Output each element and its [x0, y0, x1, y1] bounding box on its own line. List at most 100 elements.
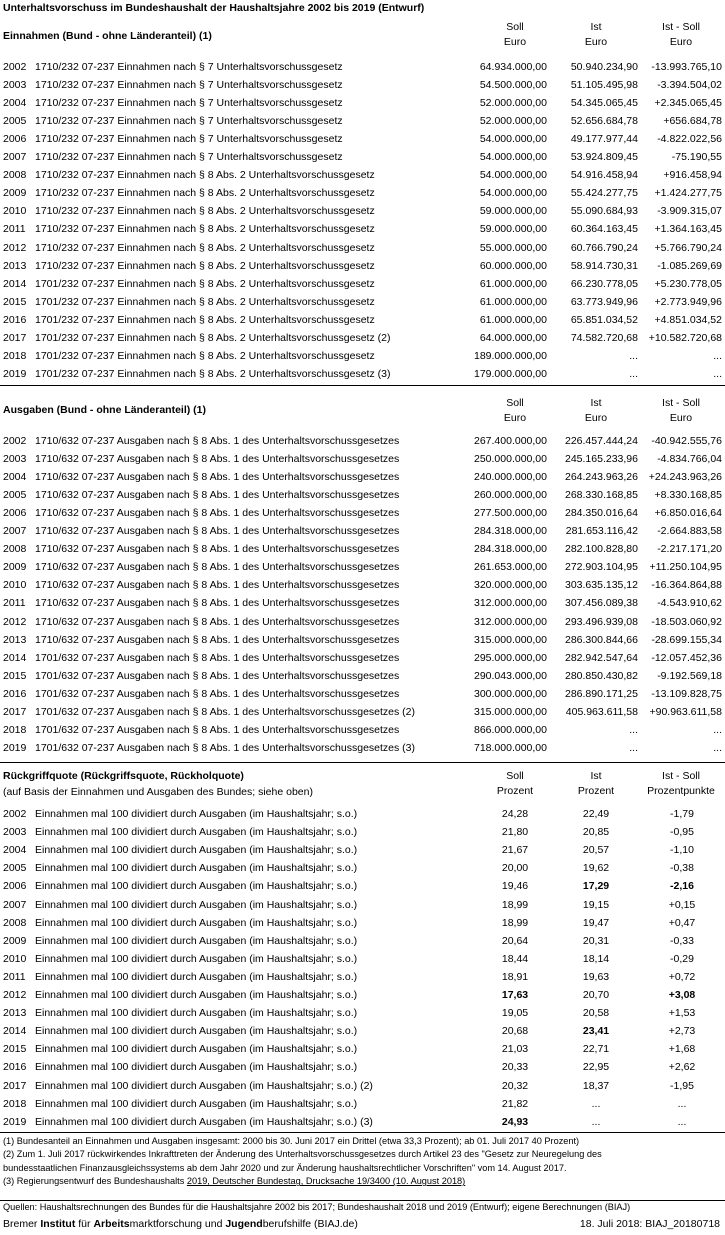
- footnotes: (1) Bundesanteil an Einnahmen und Ausgab…: [3, 1135, 723, 1189]
- row-diff: ...: [713, 349, 722, 362]
- row-ist: 286.300.844,66: [565, 633, 638, 646]
- col-header-unit: Euro: [669, 412, 693, 424]
- row-diff: -0,95: [670, 826, 694, 839]
- row-label: 1710/632 07-237 Ausgaben nach § 8 Abs. 1…: [35, 471, 400, 484]
- row-label: 1710/232 07-237 Einnahmen nach § 8 Abs. …: [35, 241, 375, 254]
- row-label: 1710/232 07-237 Einnahmen nach § 8 Abs. …: [35, 187, 375, 200]
- row-ist: 55.090.684,93: [570, 205, 638, 218]
- row-label: 1701/632 07-237 Ausgaben nach § 8 Abs. 1…: [35, 669, 400, 682]
- row-soll: 295.000.000,00: [474, 651, 547, 664]
- row-soll: 24,28: [501, 808, 529, 820]
- row-label: 1710/232 07-237 Einnahmen nach § 7 Unter…: [35, 133, 343, 146]
- row-label: 1701/232 07-237 Einnahmen nach § 8 Abs. …: [35, 349, 375, 362]
- row-label: Einnahmen mal 100 dividiert durch Ausgab…: [35, 808, 358, 820]
- row-ist: 55.424.277,75: [570, 187, 638, 200]
- table-row: 2011 1710/232 07-237 Einnahmen nach § 8 A…: [0, 220, 725, 238]
- row-soll: 20,64: [501, 934, 529, 947]
- footer-org-part: Jugend: [225, 1218, 263, 1230]
- col-header-line: Ist: [590, 397, 602, 409]
- sources: Quellen: Haushaltsrechnungen des Bundes …: [3, 1201, 723, 1214]
- row-year: 2012: [3, 989, 27, 1001]
- footnote-3-source-link[interactable]: 2019, Deutscher Bundestag, Drucksache 19…: [187, 1176, 465, 1186]
- row-ist: 284.350.016,64: [565, 507, 638, 520]
- row-ist: ...: [591, 1097, 601, 1110]
- row-year: 2018: [3, 1097, 27, 1110]
- table-row: 2007 Einnahmen mal 100 dividiert durch Au…: [0, 896, 725, 914]
- row-year: 2008: [3, 916, 27, 929]
- row-ist: 49.177.977,44: [570, 133, 638, 146]
- table-row: 2007 1710/232 07-237 Einnahmen nach § 7 U…: [0, 148, 725, 166]
- table-row: 2006 1710/232 07-237 Einnahmen nach § 7 U…: [0, 130, 725, 148]
- row-year: 2002: [3, 61, 27, 73]
- row-year: 2015: [3, 1043, 27, 1056]
- footer-org-part: für: [75, 1218, 94, 1230]
- row-label: Einnahmen mal 100 dividiert durch Ausgab…: [35, 989, 358, 1001]
- col-header-unit: Euro: [503, 412, 527, 424]
- row-ist: 272.903.104,95: [565, 561, 638, 574]
- row-ist: 22,95: [582, 1061, 610, 1074]
- row-ist: 23,41: [582, 1025, 610, 1038]
- row-soll: 20,33: [501, 1061, 529, 1074]
- row-soll: 21,80: [501, 826, 529, 839]
- row-diff: -0,38: [670, 862, 694, 875]
- row-year: 2012: [3, 241, 27, 254]
- row-diff: -1,79: [670, 808, 694, 820]
- row-ist: ...: [591, 1115, 601, 1128]
- row-year: 2014: [3, 277, 27, 290]
- row-soll: 19,05: [501, 1007, 529, 1020]
- ausgaben-heading: Ausgaben (Bund - ohne Länderanteil) (1): [3, 404, 207, 416]
- row-soll: 20,32: [501, 1079, 529, 1092]
- table-row: 2013 1710/232 07-237 Einnahmen nach § 8 A…: [0, 257, 725, 275]
- row-label: Einnahmen mal 100 dividiert durch Ausgab…: [35, 952, 358, 965]
- row-diff: +3,08: [668, 989, 696, 1001]
- col-header-unit: Prozent: [496, 785, 534, 797]
- quote-heading: Rückgriffquote (Rückgriffsquote, Rückhol…: [3, 770, 244, 782]
- table-row: 2004 Einnahmen mal 100 dividiert durch Au…: [0, 841, 725, 859]
- row-label: 1710/232 07-237 Einnahmen nach § 7 Unter…: [35, 115, 343, 128]
- row-soll: 277.500.000,00: [474, 507, 547, 520]
- row-year: 2007: [3, 525, 27, 538]
- row-diff: -0,33: [670, 934, 694, 947]
- table-row: 2007 1710/632 07-237 Ausgaben nach § 8 Ab…: [0, 522, 725, 540]
- row-soll: 179.000.000,00: [474, 367, 547, 380]
- row-year: 2014: [3, 1025, 27, 1038]
- footnote-1: (1) Bundesanteil an Einnahmen und Ausgab…: [3, 1136, 580, 1146]
- col-header-line: Ist: [590, 770, 602, 782]
- row-label: Einnahmen mal 100 dividiert durch Ausgab…: [35, 1025, 358, 1038]
- row-ist: 268.330.168,85: [565, 489, 638, 502]
- row-label: 1710/232 07-237 Einnahmen nach § 8 Abs. …: [35, 169, 375, 182]
- row-label: 1701/632 07-237 Ausgaben nach § 8 Abs. 1…: [35, 705, 415, 718]
- table-row: 2013 1710/632 07-237 Ausgaben nach § 8 Ab…: [0, 631, 725, 649]
- row-diff: -18.503.060,92: [651, 615, 722, 628]
- table-row: 2009 Einnahmen mal 100 dividiert durch Au…: [0, 932, 725, 950]
- row-label: Einnahmen mal 100 dividiert durch Ausgab…: [35, 1079, 373, 1092]
- row-diff: -4.543.910,62: [657, 597, 722, 610]
- row-year: 2003: [3, 79, 27, 92]
- table-row: 2017 Einnahmen mal 100 dividiert durch Au…: [0, 1077, 725, 1095]
- row-diff: ...: [713, 367, 722, 380]
- table-row: 2005 1710/232 07-237 Einnahmen nach § 7 U…: [0, 112, 725, 130]
- row-soll: 189.000.000,00: [474, 349, 547, 362]
- col-header-unit: Euro: [669, 36, 693, 48]
- footer-org-part: berufshilfe (BIAJ.de): [262, 1218, 358, 1230]
- row-year: 2013: [3, 259, 27, 272]
- row-diff: +90.963.611,58: [649, 705, 722, 718]
- row-soll: 61.000.000,00: [479, 295, 547, 308]
- row-ist: 282.942.547,64: [565, 651, 638, 664]
- row-soll: 52.000.000,00: [479, 97, 547, 110]
- footnote-2a: (2) Zum 1. Juli 2017 rückwirkendes Inkra…: [3, 1149, 602, 1160]
- table-row: 2003 1710/232 07-237 Einnahmen nach § 7 U…: [0, 76, 725, 94]
- table-row: 2005 1710/632 07-237 Ausgaben nach § 8 Ab…: [0, 486, 725, 504]
- row-soll: 260.000.000,00: [474, 489, 547, 502]
- row-soll: 54.000.000,00: [479, 169, 547, 182]
- table-row: 2014 Einnahmen mal 100 dividiert durch Au…: [0, 1022, 725, 1040]
- row-soll: 240.000.000,00: [474, 471, 547, 484]
- row-soll: 61.000.000,00: [479, 277, 547, 290]
- ausgaben-col-ist: Ist Euro: [566, 396, 626, 426]
- row-diff: +2.773.949,96: [654, 295, 722, 308]
- row-label: Einnahmen mal 100 dividiert durch Ausgab…: [35, 934, 358, 947]
- table-row: 2008 Einnahmen mal 100 dividiert durch Au…: [0, 914, 725, 932]
- table-row: 2013 Einnahmen mal 100 dividiert durch Au…: [0, 1004, 725, 1022]
- row-label: 1710/632 07-237 Ausgaben nach § 8 Abs. 1…: [35, 543, 400, 556]
- row-ist: 53.924.809,45: [570, 151, 638, 164]
